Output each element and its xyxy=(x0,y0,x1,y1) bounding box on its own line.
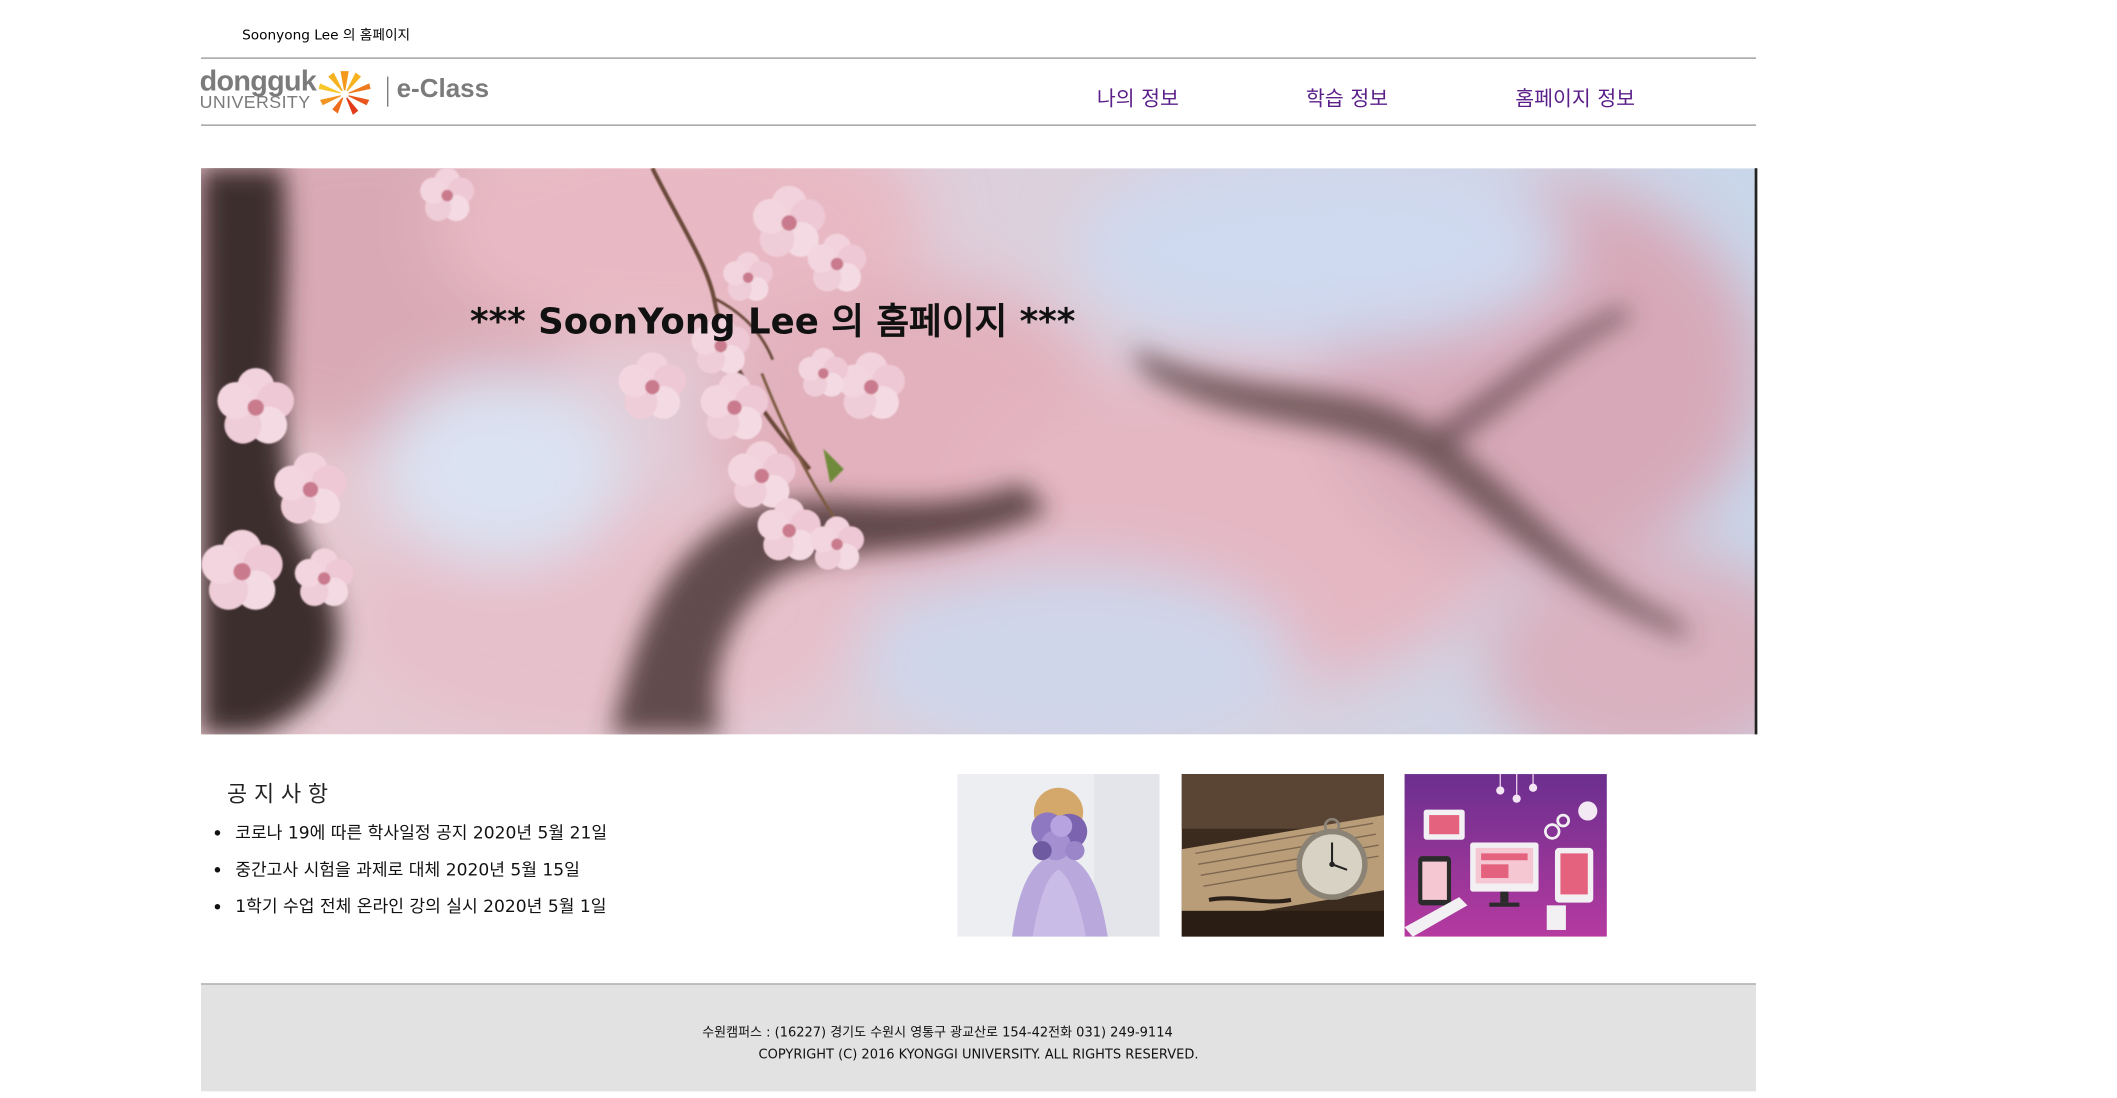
thumbnail-flower-woman[interactable] xyxy=(957,774,1160,937)
header-top-divider xyxy=(201,57,1756,59)
footer-copyright: COPYRIGHT (C) 2016 KYONGGI UNIVERSITY. A… xyxy=(758,1047,1199,1063)
notice-item[interactable]: 코로나 19에 따른 학사일정 공지 2020년 5월 21일 xyxy=(235,818,607,855)
university-logo[interactable]: dongguk UNIVERSITY e-Class xyxy=(199,66,501,116)
thumbnail-devices-illustration[interactable] xyxy=(1404,774,1607,937)
notice-item[interactable]: 중간고사 시험을 과제로 대체 2020년 5월 15일 xyxy=(235,855,607,892)
notice-list: 코로나 19에 따른 학사일정 공지 2020년 5월 21일 중간고사 시험을… xyxy=(208,818,607,929)
hero-title-text: *** SoonYong Lee 의 홈페이지 *** xyxy=(469,302,1076,344)
nav-learning-info[interactable]: 학습 정보 xyxy=(1306,83,1388,112)
logo-wordmark-university: UNIVERSITY xyxy=(199,91,311,113)
hero-title: *** SoonYong Lee 의 홈페이지 *** xyxy=(201,294,1755,345)
logo-separator xyxy=(387,76,389,107)
notice-title: 공지사항 xyxy=(227,780,335,807)
thumbnail-pocket-watch[interactable] xyxy=(1181,774,1385,937)
cherry-blossom-image xyxy=(201,168,1755,735)
footer-address: 수원캠퍼스 : (16227) 경기도 수원시 영통구 광교산로 154-42전… xyxy=(702,1025,1173,1041)
notice-item[interactable]: 1학기 수업 전체 온라인 강의 실시 2020년 5월 1일 xyxy=(235,892,607,929)
nav-homepage-info[interactable]: 홈페이지 정보 xyxy=(1515,83,1635,112)
hero-banner: *** SoonYong Lee 의 홈페이지 *** xyxy=(201,168,1758,735)
nav-my-info[interactable]: 나의 정보 xyxy=(1097,83,1179,112)
logo-eclass: e-Class xyxy=(396,75,490,104)
site-title: Soonyong Lee 의 홈페이지 xyxy=(242,28,411,44)
lotus-flower-icon xyxy=(318,71,371,115)
header-bottom-divider xyxy=(201,124,1756,126)
footer: 수원캠퍼스 : (16227) 경기도 수원시 영통구 광교산로 154-42전… xyxy=(201,983,1756,1092)
